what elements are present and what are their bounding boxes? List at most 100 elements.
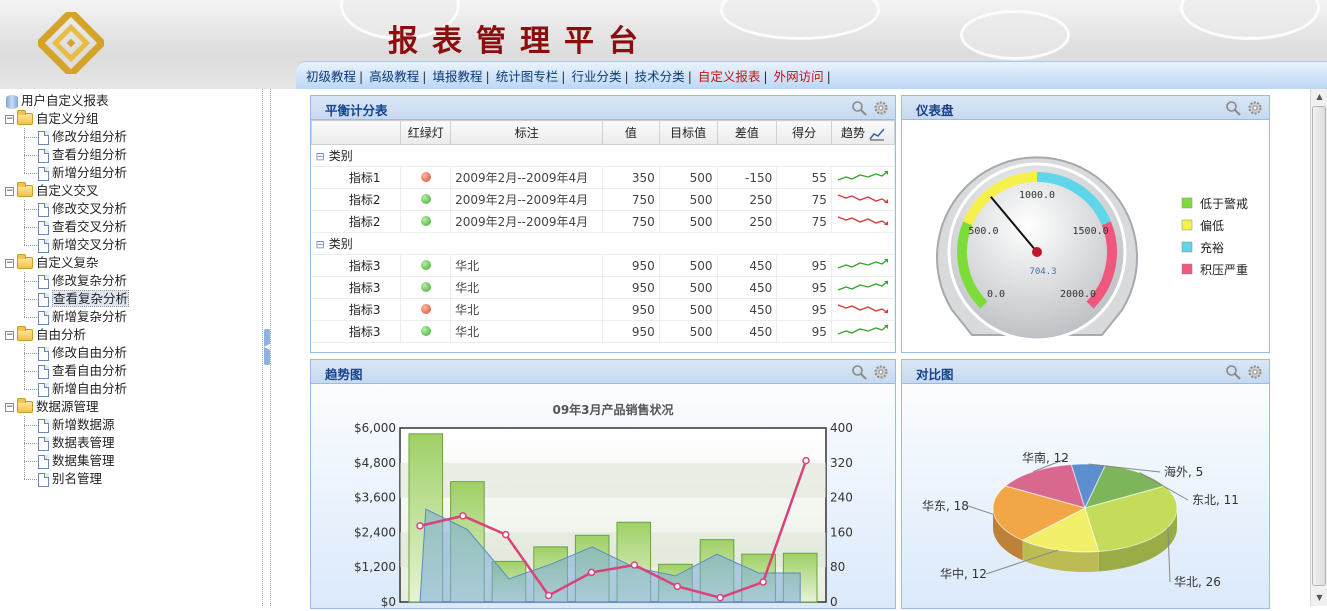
nav-item[interactable]: 外网访问 | <box>774 66 831 85</box>
vertical-scrollbar[interactable]: ▲ ▼ <box>1310 89 1327 606</box>
table-row[interactable]: 指标3 华北 950 500 450 95 <box>311 254 896 277</box>
column-header[interactable]: 标注 <box>450 120 604 145</box>
column-header[interactable]: 得分 <box>776 120 832 145</box>
nav-item-label[interactable]: 外网访问 <box>774 69 824 84</box>
tree-item[interactable]: 新增交叉分析 <box>38 236 127 254</box>
tree-item[interactable]: 数据表管理 <box>38 434 115 452</box>
column-header[interactable]: 红绿灯 <box>400 120 452 145</box>
table-row[interactable]: 指标3 华北 950 500 450 95 <box>311 276 896 299</box>
tree-connector <box>24 281 37 282</box>
table-row[interactable]: 指标2 2009年2月--2009年4月 750 500 250 75 <box>311 210 896 233</box>
nav-item[interactable]: 填报教程 | <box>432 66 489 85</box>
nav-item[interactable]: 行业分类 | <box>571 66 628 85</box>
trend-cell <box>831 320 896 343</box>
tree-folder[interactable]: − 自由分析 <box>5 325 86 344</box>
nav-item[interactable]: 技术分类 | <box>635 66 692 85</box>
column-header[interactable]: 目标值 <box>658 120 718 145</box>
pie-label-name: 华东 <box>922 499 946 513</box>
header: 报表管理平台 初级教程 | 高级教程 | 填报教程 | 统计图专栏 | 行业分类 | 技术分类 | 自定… <box>0 0 1327 89</box>
nav-item[interactable]: 初级教程 | <box>306 66 363 85</box>
sparkline <box>837 304 889 314</box>
tree-item[interactable]: 查看自由分析 <box>38 362 127 380</box>
table-row[interactable]: 指标2 2009年2月--2009年4月 750 500 250 75 <box>311 188 896 211</box>
nav-item[interactable]: 自定义报表 | <box>698 66 768 85</box>
tree-folder-label: 自定义分组 <box>36 111 99 126</box>
tree-folder[interactable]: − 自定义分组 <box>5 109 99 128</box>
line-point <box>502 530 510 539</box>
collapse-toggle-icon[interactable]: − <box>5 331 14 340</box>
nav-item-label[interactable]: 统计图专栏 <box>496 69 559 84</box>
tree-item[interactable]: 新增分组分析 <box>38 164 127 182</box>
tree-folder[interactable]: − 自定义交叉 <box>5 181 99 200</box>
gauge-value-label: 704.3 <box>1029 267 1056 277</box>
table-row[interactable]: 指标1 2009年2月--2009年4月 350 500 -150 55 <box>311 166 896 189</box>
column-header[interactable]: 趋势 <box>830 120 896 145</box>
nav-item-label[interactable]: 高级教程 <box>369 69 419 84</box>
scrollbar-thumb[interactable] <box>1312 106 1326 586</box>
nav-item-label[interactable]: 自定义报表 <box>698 69 761 84</box>
value-cell: 350 <box>602 166 660 189</box>
nav-separator: | <box>422 69 427 84</box>
legend-swatch <box>1181 263 1193 275</box>
tree-item[interactable]: 查看分组分析 <box>38 146 127 164</box>
tree-item[interactable]: 别名管理 <box>38 470 102 488</box>
tree-folder[interactable]: − 数据源管理 <box>5 397 99 416</box>
scroll-up-icon[interactable]: ▲ <box>1311 89 1327 105</box>
nav-separator: | <box>624 69 629 84</box>
target-cell: 500 <box>659 320 718 343</box>
tree-item[interactable]: 数据集管理 <box>38 452 115 470</box>
tree-item[interactable]: 修改分组分析 <box>38 128 127 146</box>
zoom-icon[interactable] <box>851 364 867 380</box>
collapse-handle[interactable]: ◀ <box>264 329 270 365</box>
pie-label-sep: , <box>946 499 954 513</box>
y2-tick-label: 400 <box>830 421 853 435</box>
sidebar-splitter[interactable]: ◀ <box>262 89 271 606</box>
chart-icon[interactable] <box>869 127 885 141</box>
tree-item[interactable]: 修改交叉分析 <box>38 200 127 218</box>
expand-toggle-icon[interactable]: ⊟ <box>316 150 325 163</box>
pie-label: 东北, 11 <box>1192 493 1239 507</box>
collapse-toggle-icon[interactable]: − <box>5 115 14 124</box>
nav-item[interactable]: 统计图专栏 | <box>496 66 566 85</box>
nav-item[interactable]: 高级教程 | <box>369 66 426 85</box>
tree-root[interactable]: 用户自定义报表 <box>6 92 109 110</box>
collapse-toggle-icon[interactable]: − <box>5 259 14 268</box>
collapse-toggle-icon[interactable]: − <box>5 403 14 412</box>
nav-item-label[interactable]: 初级教程 <box>306 69 356 84</box>
gear-icon[interactable] <box>1247 100 1263 116</box>
scroll-down-icon[interactable]: ▼ <box>1311 590 1327 606</box>
gear-icon[interactable] <box>1247 364 1263 380</box>
group-label: 类别 <box>328 237 353 251</box>
tree-folder[interactable]: − 自定义复杂 <box>5 253 99 272</box>
zoom-icon[interactable] <box>1225 364 1241 380</box>
tree-item[interactable]: 新增自由分析 <box>38 380 127 398</box>
column-header[interactable]: 差值 <box>716 120 778 145</box>
collapse-toggle-icon[interactable]: − <box>5 187 14 196</box>
gauge-chart: 0.0 500.0 1000.0 1500.0 2000.0 704.3 低于警戒偏低充裕积… <box>936 156 1248 342</box>
zoom-icon[interactable] <box>851 100 867 116</box>
table-row[interactable]: 指标3 华北 950 500 450 95 <box>311 320 896 343</box>
tree-item[interactable]: 查看交叉分析 <box>38 218 127 236</box>
tree-item[interactable]: 查看复杂分析 <box>38 290 130 308</box>
column-header[interactable]: 值 <box>602 120 660 145</box>
tree-item[interactable]: 新增复杂分析 <box>38 308 127 326</box>
column-header[interactable] <box>310 120 402 145</box>
zoom-icon[interactable] <box>1225 100 1241 116</box>
nav-item-label[interactable]: 行业分类 <box>571 69 621 84</box>
sparkline <box>837 324 889 335</box>
group-row[interactable]: ⊟ 类别 <box>311 144 895 167</box>
line-point <box>544 591 553 600</box>
expand-toggle-icon[interactable]: ⊟ <box>316 238 325 251</box>
table-row[interactable]: 指标3 华北 950 500 450 95 <box>311 298 896 321</box>
nav-item-label[interactable]: 填报教程 <box>432 69 482 84</box>
tree-item[interactable]: 新增数据源 <box>38 416 115 434</box>
group-row[interactable]: ⊟ 类别 <box>311 232 895 255</box>
legend-label: 积压严重 <box>1200 263 1248 277</box>
tree-item[interactable]: 修改自由分析 <box>38 344 127 362</box>
score-cell: 55 <box>776 166 832 189</box>
gear-icon[interactable] <box>873 100 889 116</box>
legend-swatch <box>1181 197 1193 209</box>
tree-item[interactable]: 修改复杂分析 <box>38 272 127 290</box>
gear-icon[interactable] <box>873 364 889 380</box>
nav-item-label[interactable]: 技术分类 <box>635 69 685 84</box>
